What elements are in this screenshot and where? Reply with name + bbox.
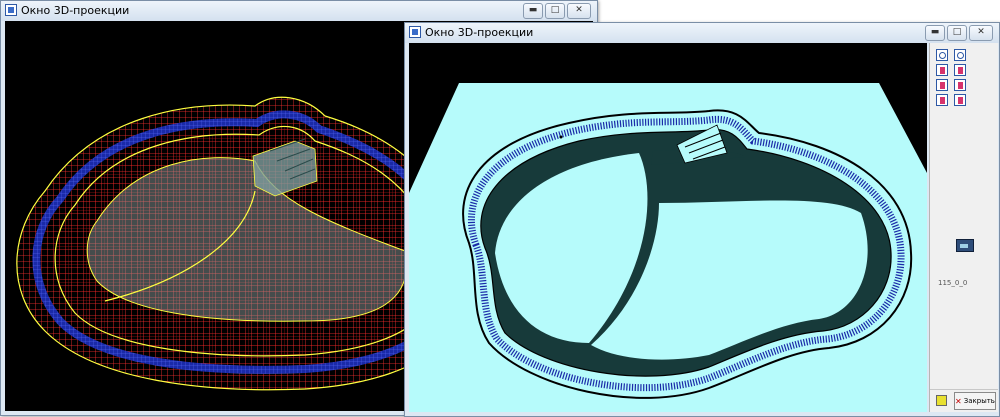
app-icon <box>5 4 17 16</box>
close-window-button[interactable]: ✕ <box>567 3 591 19</box>
app-icon <box>409 26 421 38</box>
front-window-titlebar[interactable]: Окно 3D-проекции ▬ □ ✕ <box>405 23 999 43</box>
zoom-out-icon[interactable] <box>954 49 966 61</box>
shaded-pool-render <box>409 83 927 412</box>
bottom-bar: ✕ Закрыть <box>930 389 998 412</box>
minimize-button[interactable]: ▬ <box>523 3 543 19</box>
view-left-icon[interactable] <box>936 79 948 91</box>
close-dialog-button[interactable]: ✕ Закрыть <box>954 392 996 410</box>
projection-label: 115_0_0 <box>938 279 968 287</box>
view-front-icon[interactable] <box>936 64 948 76</box>
front-window-title: Окно 3D-проекции <box>425 26 534 39</box>
minimize-button[interactable]: ▬ <box>925 25 945 41</box>
close-button-label: Закрыть <box>963 397 995 405</box>
help-icon[interactable] <box>936 395 947 406</box>
restore-button[interactable]: □ <box>947 25 967 41</box>
view-top-icon[interactable] <box>936 94 948 106</box>
back-window-title: Окно 3D-проекции <box>21 4 130 17</box>
close-x-icon: ✕ <box>955 396 962 406</box>
close-window-button[interactable]: ✕ <box>969 25 993 41</box>
shaded-viewport[interactable] <box>409 43 927 412</box>
view-side-panel: 115_0_0 ✕ Закрыть <box>929 43 998 412</box>
view-right-icon[interactable] <box>954 79 966 91</box>
projection-thumbnail-icon[interactable] <box>956 239 974 252</box>
view-back-icon[interactable] <box>954 64 966 76</box>
view-toolbar <box>936 49 966 106</box>
front-3d-window[interactable]: Окно 3D-проекции ▬ □ ✕ 115_0_0 ✕ Закрыть <box>404 22 1000 417</box>
zoom-in-icon[interactable] <box>936 49 948 61</box>
view-bottom-icon[interactable] <box>954 94 966 106</box>
restore-button[interactable]: □ <box>545 3 565 19</box>
back-window-titlebar[interactable]: Окно 3D-проекции ▬ □ ✕ <box>1 1 597 21</box>
